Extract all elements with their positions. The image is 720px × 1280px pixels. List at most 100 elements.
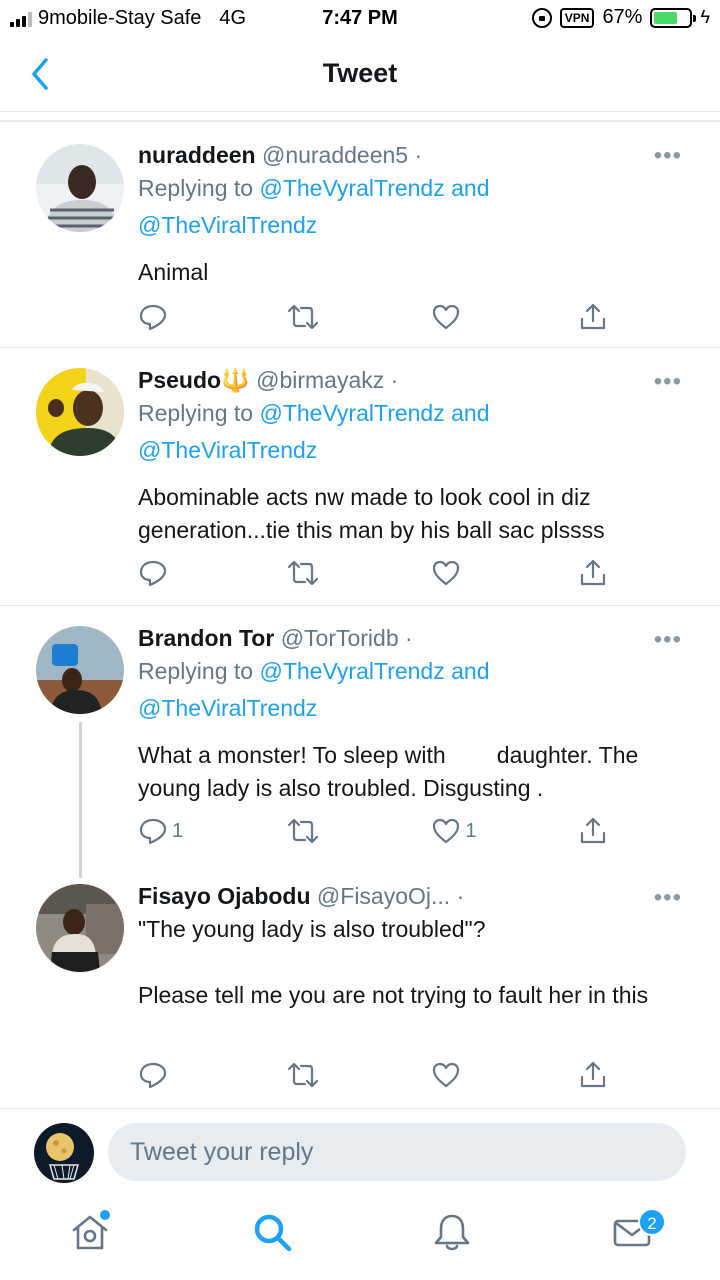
like-count: 1 (465, 819, 477, 842)
replying-prefix: Replying to (138, 400, 254, 426)
tweet-text: Animal (138, 259, 209, 285)
retweet-button[interactable] (285, 816, 365, 846)
retweet-icon (287, 1062, 318, 1088)
vpn-badge: VPN (559, 7, 595, 28)
reply-mention[interactable]: @TheViralTrendz (138, 695, 317, 721)
reply-button[interactable] (138, 1060, 218, 1090)
retweet-button[interactable] (285, 1060, 365, 1090)
reply-and[interactable]: and (451, 400, 489, 426)
retweet-icon (287, 304, 318, 330)
replying-prefix: Replying to (138, 658, 254, 684)
battery-percent: 67% (602, 6, 643, 28)
page-title: Tweet (322, 58, 398, 88)
new-content-dot (100, 1210, 110, 1220)
share-button[interactable] (578, 1060, 608, 1090)
charging-icon: ϟ (700, 7, 710, 27)
like-button[interactable] (431, 302, 511, 332)
orientation-lock-icon (531, 7, 552, 28)
display-name[interactable]: Fisayo Ojabodu (138, 883, 311, 909)
tab-search[interactable] (250, 1210, 294, 1254)
share-icon (580, 817, 606, 844)
replying-to: Replying to @TheVyralTrendz and @TheVira… (138, 170, 690, 244)
retweet-icon (287, 560, 318, 586)
heart-icon (433, 1062, 460, 1088)
user-handle[interactable]: @TorToridb · (281, 625, 413, 651)
tweet-text: "The young lady is also troubled"? Pleas… (138, 913, 690, 1012)
reply-icon (139, 818, 167, 845)
tweet-actions (138, 1060, 608, 1090)
thread-connector (79, 722, 82, 878)
like-button[interactable]: 1 (431, 816, 511, 846)
tweet-header: Pseudo🔱 @birmayakz · (138, 365, 690, 395)
heart-icon (433, 560, 460, 586)
share-icon (580, 559, 606, 586)
messages-badge: 2 (638, 1208, 666, 1236)
reply-and[interactable]: and (451, 658, 489, 684)
replying-to: Replying to @TheVyralTrendz and @TheVira… (138, 395, 690, 469)
share-icon (580, 303, 606, 330)
reply-mention[interactable]: @TheViralTrendz (138, 437, 317, 463)
share-icon (580, 1061, 606, 1088)
share-button[interactable] (578, 302, 608, 332)
tweet[interactable]: ••• nuraddeen @nuraddeen5 · Replying to … (0, 122, 720, 348)
tweet-body: nuraddeen @nuraddeen5 · Replying to @The… (138, 140, 690, 289)
reply-icon (139, 560, 167, 587)
display-name[interactable]: Brandon Tor (138, 625, 274, 651)
reply-button[interactable] (138, 558, 218, 588)
bottom-tab-bar: 2 (0, 1196, 720, 1280)
replying-to: Replying to @TheVyralTrendz and @TheVira… (138, 653, 690, 727)
reply-button[interactable]: 1 (138, 816, 218, 846)
tweet-actions (138, 302, 608, 332)
reply-mention[interactable]: @TheViralTrendz (138, 212, 317, 238)
retweet-button[interactable] (285, 558, 365, 588)
user-handle[interactable]: @nuraddeen5 · (262, 142, 422, 168)
bell-icon (434, 1214, 470, 1251)
reply-mention[interactable]: @TheVyralTrendz (259, 175, 444, 201)
heart-icon (433, 304, 460, 330)
tweet[interactable]: ••• Brandon Tor @TorToridb · Replying to… (0, 606, 720, 878)
tweet-body: Fisayo Ojabodu @FisayoOj... · "The young… (138, 881, 690, 1012)
status-right: VPN 67% ϟ (531, 6, 710, 29)
tweet-body: Pseudo🔱 @birmayakz · Replying to @TheVyr… (138, 365, 690, 547)
tweet-text-line: Please tell me you are not trying to fau… (138, 982, 649, 1008)
reply-icon (139, 1062, 167, 1089)
tweet[interactable]: ••• Pseudo🔱 @birmayakz · Replying to @Th… (0, 348, 720, 606)
reply-input[interactable] (108, 1123, 686, 1181)
reply-mention[interactable]: @TheVyralTrendz (259, 658, 444, 684)
user-handle[interactable]: @birmayakz · (256, 367, 398, 393)
reply-and[interactable]: and (451, 175, 489, 201)
search-icon (254, 1214, 292, 1252)
tweet-header: nuraddeen @nuraddeen5 · (138, 140, 690, 170)
like-button[interactable] (431, 558, 511, 588)
avatar[interactable] (36, 884, 124, 972)
tweet[interactable]: ••• Fisayo Ojabodu @FisayoOj... · "The y… (0, 864, 720, 1108)
user-handle[interactable]: @FisayoOj... · (317, 883, 464, 909)
reply-mention[interactable]: @TheVyralTrendz (259, 400, 444, 426)
display-name[interactable]: nuraddeen (138, 142, 256, 168)
replying-prefix: Replying to (138, 175, 254, 201)
avatar[interactable] (36, 626, 124, 714)
my-avatar[interactable] (34, 1123, 94, 1183)
tab-notifications[interactable] (430, 1210, 474, 1254)
tweet-header: Brandon Tor @TorToridb · (138, 623, 690, 653)
tweet-actions: 1 1 (138, 816, 608, 846)
retweet-button[interactable] (285, 302, 365, 332)
reply-button[interactable] (138, 302, 218, 332)
status-bar: 9mobile-Stay Safe 4G 7:47 PM VPN 67% ϟ (0, 0, 720, 38)
tweet-text: Abominable acts nw made to look cool in … (138, 484, 605, 543)
heart-icon (433, 818, 460, 844)
avatar[interactable] (36, 368, 124, 456)
avatar[interactable] (36, 144, 124, 232)
tweet-actions (138, 558, 608, 588)
share-button[interactable] (578, 816, 608, 846)
display-name[interactable]: Pseudo🔱 (138, 367, 250, 393)
reply-count: 1 (172, 819, 184, 842)
nav-header: Tweet (0, 38, 720, 112)
tweet-body: Brandon Tor @TorToridb · Replying to @Th… (138, 623, 690, 805)
share-button[interactable] (578, 558, 608, 588)
like-button[interactable] (431, 1060, 511, 1090)
tweet-text: What a monster! To sleep with daughter. … (138, 742, 645, 801)
retweet-icon (287, 818, 318, 844)
reply-composer (0, 1108, 720, 1196)
tweet-text-line: "The young lady is also troubled"? (138, 916, 486, 942)
